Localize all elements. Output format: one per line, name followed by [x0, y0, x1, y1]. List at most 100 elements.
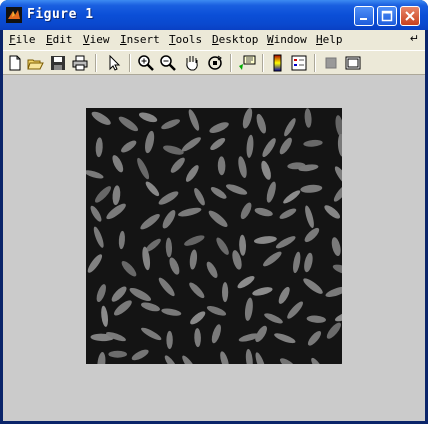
rice-grain	[254, 207, 273, 217]
rice-grain	[163, 145, 184, 155]
toolbar-separator	[262, 54, 264, 72]
rice-grain	[306, 315, 326, 323]
menu-insert[interactable]: Insert	[120, 33, 160, 46]
rice-grain	[141, 302, 160, 312]
rice-grain	[162, 210, 176, 229]
rice-grain	[206, 305, 227, 316]
close-button[interactable]	[400, 6, 420, 26]
menu-desktop[interactable]: Desktop	[212, 33, 258, 46]
rice-grain	[86, 170, 104, 179]
open-file-icon[interactable]	[27, 54, 45, 72]
rice-grain	[211, 324, 221, 344]
rice-grain	[209, 122, 229, 133]
rice-grain	[222, 282, 229, 303]
rice-grain	[194, 328, 201, 348]
rice-grain	[169, 257, 180, 275]
zoom-in-icon[interactable]	[137, 54, 155, 72]
rotate-3d-icon[interactable]	[206, 54, 224, 72]
minimize-button[interactable]	[354, 6, 374, 26]
menu-bar: File Edit View Insert Tools Desktop Wind…	[3, 30, 425, 50]
rice-grain	[182, 355, 197, 364]
rice-grain	[332, 264, 342, 275]
rice-grain	[90, 205, 102, 222]
menu-help[interactable]: Help	[316, 33, 343, 46]
rice-grain	[331, 237, 341, 256]
rice-grain	[287, 301, 304, 319]
rice-grain	[337, 133, 342, 157]
rice-grain	[278, 286, 290, 304]
rice-grain	[111, 286, 127, 302]
rice-grain	[220, 351, 229, 364]
rice-grain	[189, 282, 205, 299]
close-icon	[405, 11, 415, 21]
save-icon[interactable]	[49, 54, 67, 72]
menu-tools[interactable]: Tools	[169, 33, 202, 46]
data-cursor-icon[interactable]	[238, 54, 256, 72]
print-icon[interactable]	[71, 54, 89, 72]
rice-grain	[238, 156, 247, 178]
zoom-out-icon[interactable]	[159, 54, 177, 72]
rice-grain	[216, 237, 229, 255]
rice-grain	[188, 109, 200, 131]
rice-grain	[140, 213, 160, 230]
rice-grain	[303, 139, 323, 147]
rice-grain	[326, 322, 341, 339]
maximize-button[interactable]	[377, 6, 397, 26]
toolbar-separator	[129, 54, 131, 72]
rice-grain	[333, 183, 342, 202]
rice-grain	[129, 287, 152, 302]
rice-grain	[194, 188, 205, 206]
rice-grain	[253, 236, 277, 244]
rice-grain	[303, 278, 323, 294]
rice-grain	[279, 358, 297, 364]
rice-grain	[293, 251, 301, 274]
colorbar-icon[interactable]	[269, 54, 287, 72]
legend-icon[interactable]	[290, 54, 308, 72]
rice-grain	[121, 140, 137, 153]
dock-arrow-icon[interactable]: ↵	[410, 32, 419, 45]
menu-edit[interactable]: Edit	[46, 33, 73, 46]
figure-toolbar	[3, 50, 425, 75]
rice-grain	[263, 251, 282, 267]
rice-grain	[112, 155, 124, 173]
rice-grain	[264, 313, 283, 324]
rice-grain	[300, 184, 323, 193]
rice-grain	[237, 275, 255, 289]
menu-file[interactable]: File	[9, 33, 36, 46]
rice-grain	[165, 237, 173, 258]
rice-grain	[93, 226, 104, 248]
rice-grain	[210, 187, 227, 199]
rice-grain	[256, 113, 267, 134]
pan-hand-icon[interactable]	[183, 54, 201, 72]
rice-grains-image[interactable]	[86, 108, 342, 364]
rice-grain	[335, 115, 342, 137]
toolbar-separator	[230, 54, 232, 72]
rice-grain	[242, 108, 253, 129]
rice-grain	[206, 261, 218, 278]
rice-grain	[158, 191, 179, 205]
rice-grain	[101, 305, 109, 327]
rice-grain	[217, 156, 226, 176]
rice-grain	[178, 207, 202, 217]
rice-grain	[334, 166, 342, 186]
rice-grain	[279, 137, 292, 155]
rice-grain	[255, 352, 266, 364]
rice-grain	[304, 108, 312, 128]
rice-grain	[91, 111, 111, 125]
hide-plot-tools-icon[interactable]	[322, 54, 340, 72]
rice-grain	[261, 160, 271, 180]
menu-view[interactable]: View	[83, 33, 110, 46]
figure-canvas[interactable]	[3, 75, 425, 421]
rice-grain	[118, 230, 125, 250]
rice-grain	[189, 249, 198, 270]
rice-grain	[262, 138, 276, 158]
title-bar[interactable]: Figure 1	[0, 0, 428, 30]
edit-plot-arrow-icon[interactable]	[105, 54, 123, 72]
show-plot-tools-icon[interactable]	[344, 54, 362, 72]
new-figure-icon[interactable]	[6, 54, 24, 72]
rice-grain	[324, 205, 341, 219]
rice-grain	[108, 350, 127, 358]
rice-grain	[283, 190, 301, 204]
menu-window[interactable]: Window	[267, 33, 307, 46]
rice-grain	[145, 130, 155, 154]
